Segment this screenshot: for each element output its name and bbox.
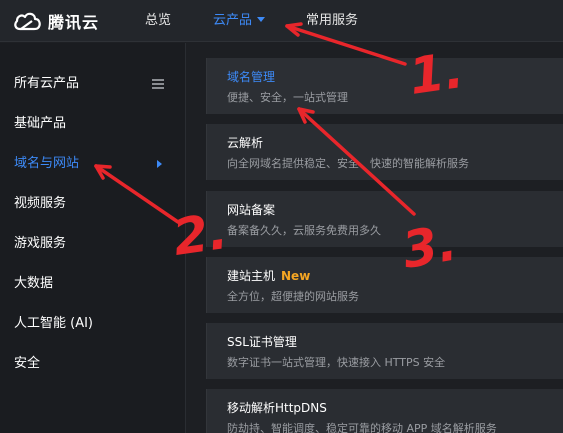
sidebar-item-basic-products[interactable]: 基础产品 (14, 114, 66, 134)
card-web-hosting[interactable]: 建站主机 New 全方位，超便捷的网站服务 (206, 257, 563, 313)
sidebar-item-ai[interactable]: 人工智能 (AI) (14, 314, 93, 334)
menu-icon[interactable] (152, 79, 164, 89)
card-cloud-dns[interactable]: 云解析 向全网域名提供稳定、安全、快速的智能解析服务 (206, 124, 563, 180)
nav-common-services[interactable]: 常用服务 (306, 0, 358, 42)
product-list: 域名管理 便捷、安全，一站式管理 云解析 向全网域名提供稳定、安全、快速的智能解… (187, 43, 563, 433)
caret-down-icon (257, 17, 266, 22)
nav-cloud-products[interactable]: 云产品 (213, 0, 266, 42)
sidebar-item-domain-website[interactable]: 域名与网站 (14, 154, 79, 174)
sidebar: 所有云产品 基础产品 域名与网站 视频服务 游戏服务 大数据 人工智能 (AI)… (0, 43, 186, 433)
sidebar-item-all-products[interactable]: 所有云产品 (14, 74, 79, 94)
card-title: 云解析 (227, 136, 264, 150)
card-desc: 备案备久久，云服务免费用多久 (227, 224, 381, 237)
card-desc: 向全网域名提供稳定、安全、快速的智能解析服务 (227, 157, 469, 170)
card-title: 移动解析HttpDNS (227, 401, 327, 415)
card-httpdns[interactable]: 移动解析HttpDNS 防劫持、智能调度、稳定可靠的移动 APP 域名解析服务 (206, 389, 563, 433)
card-desc: 全方位，超便捷的网站服务 (227, 290, 359, 303)
nav-overview[interactable]: 总览 (145, 0, 171, 42)
caret-right-icon (157, 160, 162, 168)
brand-name: 腾讯云 (48, 12, 100, 32)
sidebar-item-big-data[interactable]: 大数据 (14, 274, 53, 294)
card-desc: 数字证书一站式管理，快速接入 HTTPS 安全 (227, 356, 446, 369)
sidebar-item-video[interactable]: 视频服务 (14, 194, 66, 214)
nav-cloud-products-label: 云产品 (213, 13, 253, 28)
cloud-logo-icon (14, 12, 41, 30)
card-title: 建站主机 New (227, 267, 310, 284)
card-title: 网站备案 (227, 203, 276, 217)
card-ssl-certificate[interactable]: SSL证书管理 数字证书一站式管理，快速接入 HTTPS 安全 (206, 323, 563, 379)
sidebar-item-security[interactable]: 安全 (14, 354, 40, 374)
card-icp-filing[interactable]: 网站备案 备案备久久，云服务免费用多久 (206, 191, 563, 247)
card-title: 域名管理 (227, 70, 276, 84)
card-title: SSL证书管理 (227, 335, 297, 349)
card-title-text: 建站主机 (227, 269, 276, 283)
brand-logo[interactable]: 腾讯云 (12, 0, 99, 42)
card-domain-management[interactable]: 域名管理 便捷、安全，一站式管理 (206, 58, 563, 114)
sidebar-item-game[interactable]: 游戏服务 (14, 234, 66, 254)
card-desc: 防劫持、智能调度、稳定可靠的移动 APP 域名解析服务 (227, 422, 497, 433)
top-navigation-bar: 腾讯云 总览 云产品 常用服务 (0, 0, 563, 42)
card-desc: 便捷、安全，一站式管理 (227, 91, 348, 104)
new-badge: New (281, 269, 311, 283)
